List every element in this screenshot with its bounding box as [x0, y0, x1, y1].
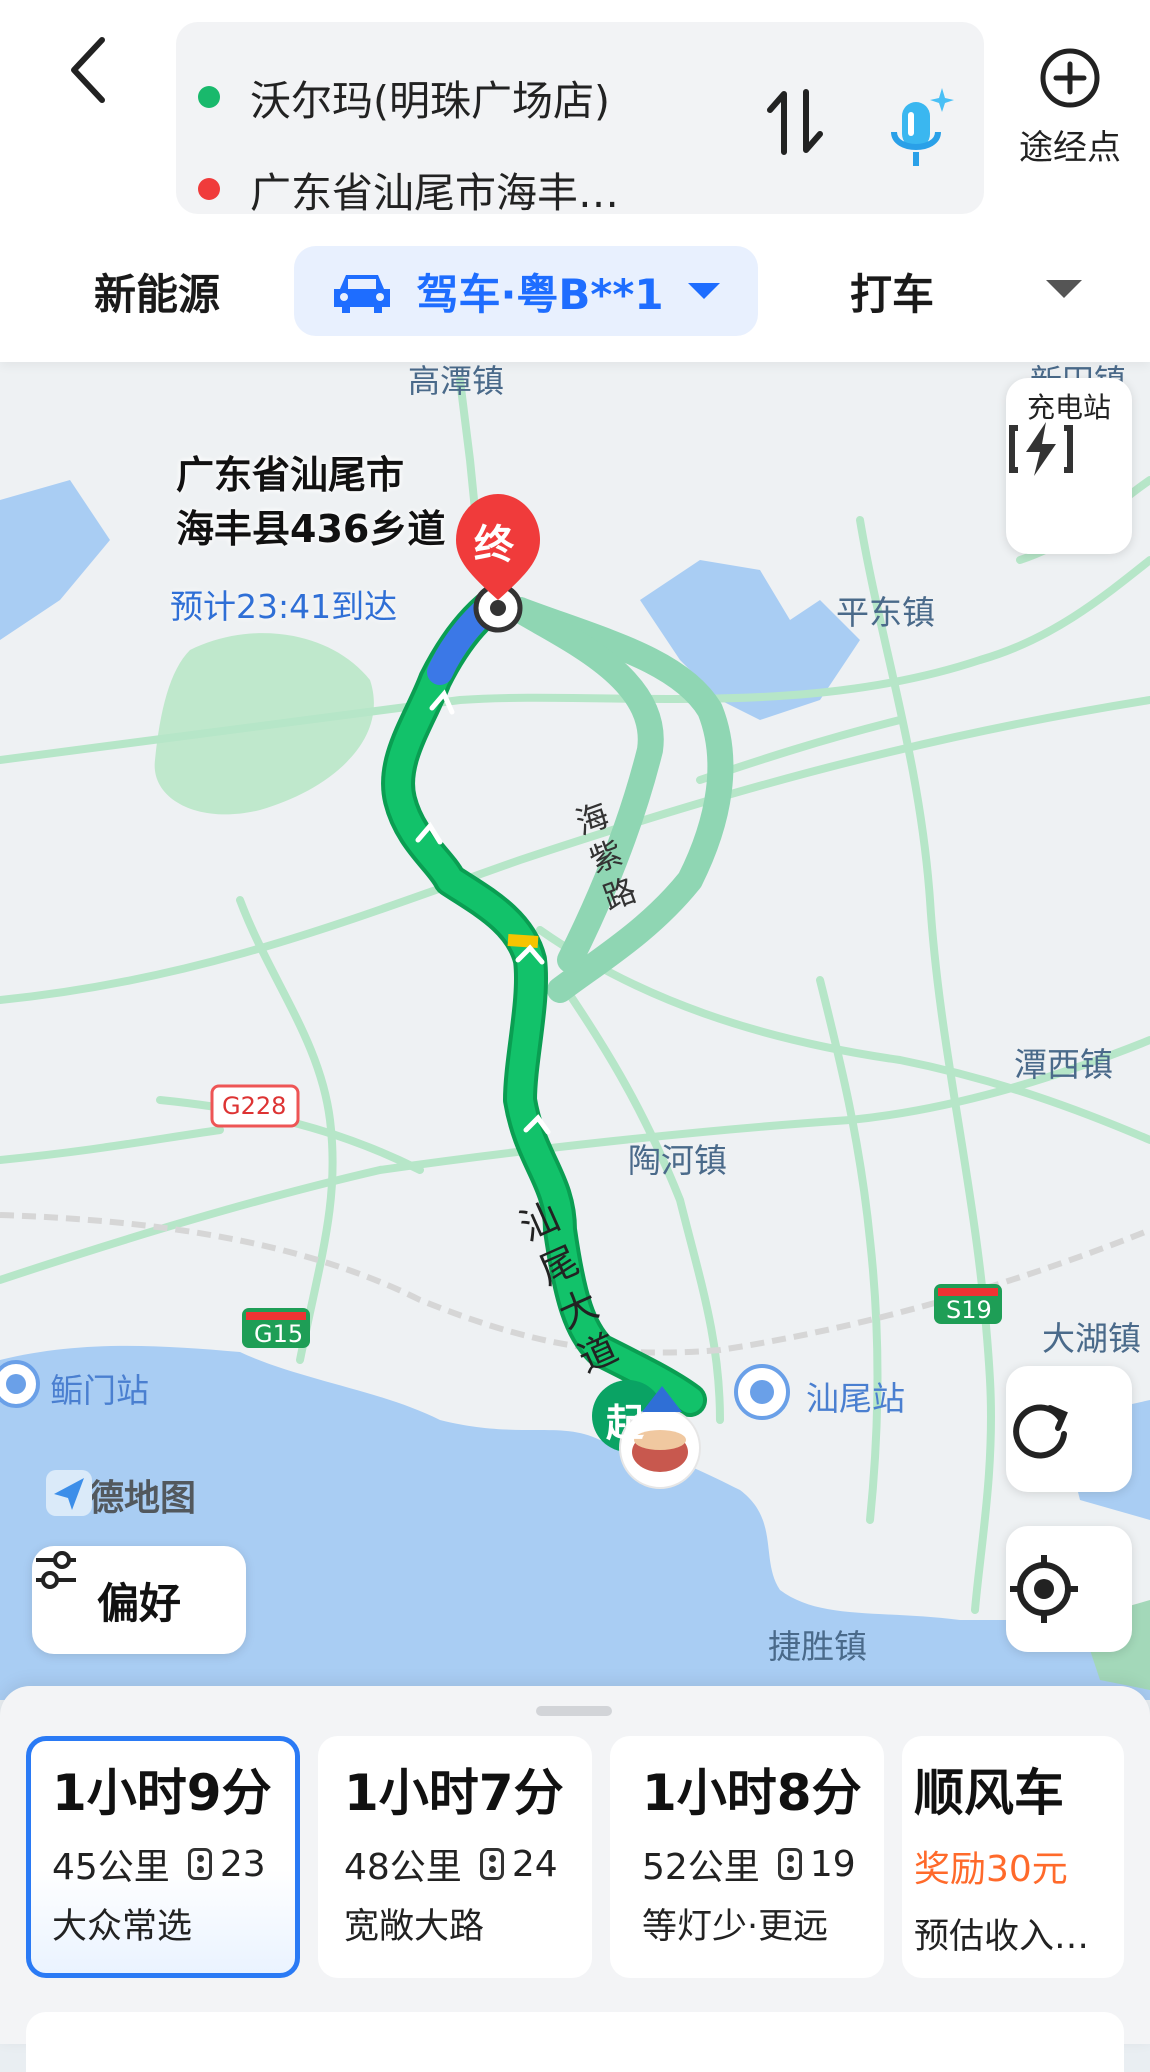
carpool-reward: 奖励30元 [914, 1849, 1068, 1890]
route-card[interactable]: 1小时8分 52公里 19 等灯少·更远 [610, 1736, 884, 1978]
locate-icon [1010, 1555, 1078, 1623]
waypoint-label: 途经点 [1019, 128, 1121, 168]
refresh-button[interactable] [1006, 1366, 1132, 1492]
traffic-light-icon [777, 1848, 802, 1880]
start-location-text: 沃尔玛(明珠广场店) [250, 77, 610, 125]
carpool-income: 预估收入… [914, 1917, 1090, 1957]
voice-input-button[interactable] [868, 80, 968, 180]
place-label: 大湖镇 [1042, 1319, 1141, 1358]
traffic-light-icon [187, 1848, 212, 1880]
start-dot-icon [198, 86, 220, 108]
route-tag: 宽敞大路 [344, 1907, 485, 1947]
more-modes-button[interactable] [1044, 276, 1084, 306]
road-shield-s19: S19 [946, 1296, 992, 1324]
car-icon [334, 275, 391, 313]
end-dot-icon [198, 178, 220, 200]
place-label: 高潭镇 [408, 362, 505, 400]
back-button[interactable] [60, 30, 140, 120]
charging-icon [1009, 422, 1073, 476]
route-header: 沃尔玛(明珠广场店) 广东省汕尾市海丰… 途经点 新能源 驾车·粤B**1 打车 [0, 0, 1150, 362]
swap-button[interactable] [760, 82, 840, 172]
amap-logo-icon [46, 1470, 92, 1516]
station-label: 鲘门站 [50, 1371, 149, 1410]
place-label: 陶河镇 [628, 1141, 727, 1180]
place-label: 平东镇 [836, 593, 935, 632]
route-meta: 45公里 23 [52, 1838, 295, 1890]
preference-button[interactable]: 偏好 [32, 1546, 246, 1654]
refresh-icon [1013, 1404, 1068, 1459]
route-time: 1小时9分 [52, 1764, 272, 1822]
traffic-light-count: 23 [219, 1843, 266, 1885]
route-tag: 大众常选 [52, 1907, 193, 1947]
place-label: 潭西镇 [1014, 1045, 1113, 1084]
end-location-text: 广东省汕尾市海丰… [250, 169, 619, 217]
road-shield-g15: G15 [254, 1320, 304, 1348]
traffic-light-count: 19 [809, 1843, 856, 1885]
traffic-light-count: 24 [511, 1843, 558, 1885]
place-label: 捷胜镇 [768, 1627, 867, 1666]
route-card[interactable]: 1小时7分 48公里 24 宽敞大路 [318, 1736, 592, 1978]
eta-label: 预计23:41到达 [170, 587, 398, 626]
station-label: 汕尾站 [806, 1379, 905, 1418]
carpool-card[interactable]: 顺风车 奖励30元 预估收入… [902, 1736, 1124, 1978]
travel-mode-tabs: 新能源 驾车·粤B**1 打车 [0, 246, 1150, 336]
route-meta: 48公里 24 [344, 1838, 592, 1890]
preference-label: 偏好 [96, 1578, 181, 1628]
locate-me-button[interactable] [1006, 1526, 1132, 1652]
drag-handle[interactable] [536, 1706, 612, 1716]
end-marker-label: 终 [474, 522, 514, 568]
route-tag: 等灯少·更远 [642, 1907, 829, 1947]
tab-new-energy[interactable]: 新能源 [94, 246, 220, 336]
start-location-field[interactable]: 沃尔玛(明珠广场店) [196, 62, 610, 132]
start-marker-label: 起 [606, 1401, 645, 1445]
traffic-light-icon [479, 1848, 504, 1880]
destination-label: 广东省汕尾市 海丰县436乡道 [176, 453, 446, 551]
route-meta: 52公里 19 [642, 1838, 884, 1890]
add-circle-icon [1040, 48, 1100, 108]
end-location-field[interactable]: 广东省汕尾市海丰… [196, 154, 619, 224]
charging-station-button[interactable]: 充电站 [1006, 378, 1132, 554]
road-shield-g228: G228 [222, 1092, 287, 1120]
swap-arrows-icon [767, 89, 823, 155]
route-time: 1小时8分 [642, 1764, 862, 1822]
route-options-panel: 1小时9分 45公里 23 大众常选 1小时7分 48公里 24 宽敞大路 1小… [0, 1686, 1150, 2072]
chevron-down-icon [687, 283, 720, 299]
route-distance: 48公里 [344, 1847, 462, 1888]
brand-watermark: 高德地图 [44, 1468, 196, 1522]
route-distance: 45公里 [52, 1847, 170, 1888]
route-card[interactable]: 1小时9分 45公里 23 大众常选 [26, 1736, 300, 1978]
microphone-icon [891, 88, 954, 166]
back-arrow-icon [71, 37, 105, 103]
route-input-box: 沃尔玛(明珠广场店) 广东省汕尾市海丰… [176, 22, 984, 217]
tab-taxi[interactable]: 打车 [850, 246, 934, 336]
drive-tab-label: 驾车·粤B**1 [416, 269, 664, 319]
route-distance: 52公里 [642, 1847, 760, 1888]
chevron-down-icon [1046, 280, 1082, 298]
route-time: 1小时7分 [344, 1764, 564, 1822]
add-waypoint-button[interactable]: 途经点 [1000, 46, 1140, 186]
carpool-title: 顺风车 [914, 1764, 1064, 1822]
panel-next-section [26, 2012, 1124, 2072]
filter-settings-icon [36, 1551, 76, 1589]
tab-drive[interactable]: 驾车·粤B**1 [294, 246, 758, 336]
